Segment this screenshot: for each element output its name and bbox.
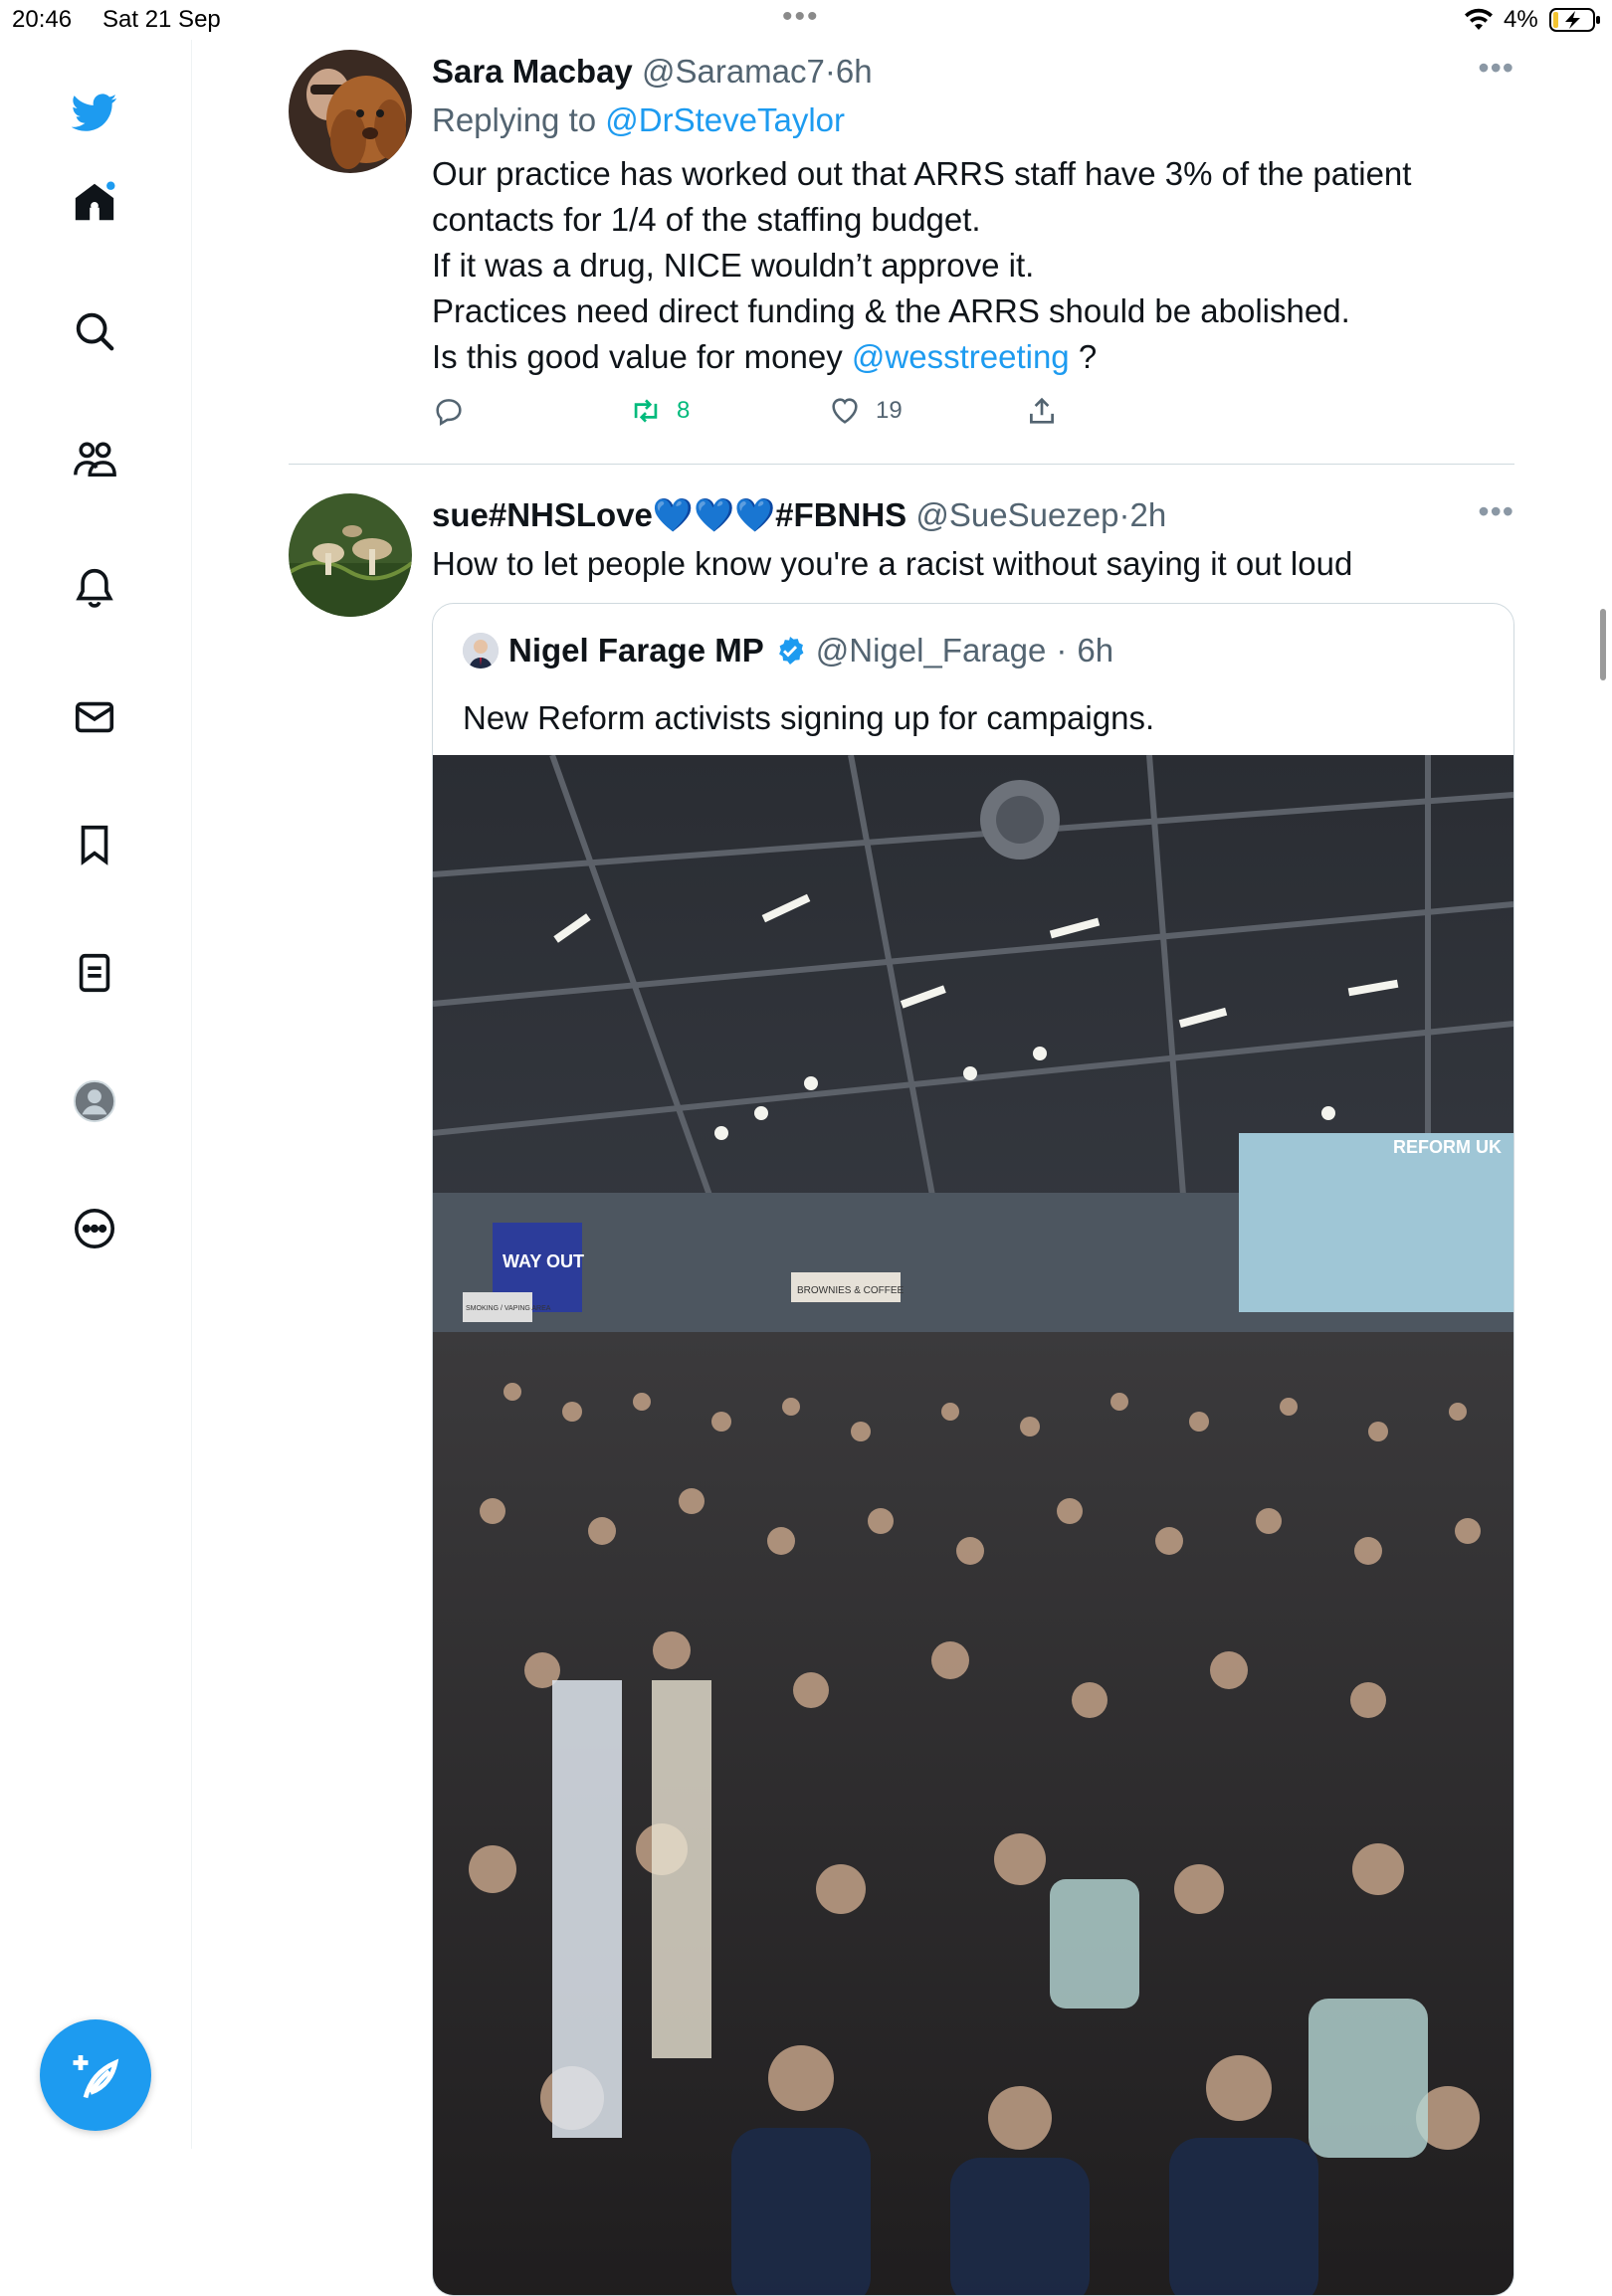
tweet[interactable]: Sara Macbay @Saramac7·6h ••• Replying to…	[289, 50, 1514, 458]
share-icon	[1030, 397, 1054, 424]
photo-sign-way-out: WAY OUT	[503, 1251, 584, 1271]
like-button[interactable]: 19	[828, 394, 903, 428]
like-icon	[832, 398, 858, 424]
quoted-photo[interactable]: REFORM UK WAY OUT BROWNIES & COFFEE SMOK…	[433, 755, 1513, 2296]
quoted-tweet[interactable]: Nigel Farage MP @Nigel_Farage · 6h New Ref…	[432, 603, 1514, 2296]
replying-to: Replying to @DrSteveTaylor	[432, 97, 1514, 143]
share-button[interactable]	[1025, 394, 1059, 428]
display-name[interactable]: Sara Macbay	[432, 53, 633, 90]
twitter-logo-icon[interactable]	[68, 86, 121, 139]
tweet-divider	[289, 464, 1514, 465]
reply-mention-link[interactable]: @DrSteveTaylor	[605, 101, 845, 138]
avatar[interactable]	[289, 493, 412, 617]
photo-sign-reformuk: REFORM UK	[1393, 1137, 1502, 1157]
tweet-actions: 8 19	[432, 394, 1514, 434]
replying-prefix: Replying to	[432, 101, 597, 138]
status-date: Sat 21 Sep	[102, 6, 221, 33]
quote-header: Nigel Farage MP @Nigel_Farage · 6h	[463, 632, 1113, 670]
sidebar	[0, 40, 192, 2149]
mention-link[interactable]: @wesstreeting	[852, 338, 1070, 375]
handle[interactable]: @SueSuezep	[915, 496, 1118, 533]
retweet-icon	[634, 399, 658, 423]
profile-icon[interactable]	[68, 1074, 121, 1128]
tweet-header: Sara Macbay @Saramac7·6h	[432, 50, 1514, 94]
bookmarks-icon[interactable]	[68, 818, 121, 871]
quote-timestamp[interactable]: 6h	[1077, 632, 1113, 670]
quote-text: New Reform activists signing up for camp…	[463, 699, 1155, 736]
more-options-icon[interactable]: •••	[1478, 50, 1514, 87]
reply-button[interactable]	[432, 394, 466, 428]
retweet-button[interactable]: 8	[629, 394, 690, 428]
scrollbar[interactable]	[1600, 609, 1606, 680]
communities-icon[interactable]	[68, 433, 121, 486]
battery-percent: 4%	[1504, 6, 1538, 33]
tweet-text: How to let people know you're a racist w…	[432, 545, 1353, 582]
compose-tweet-button[interactable]	[40, 2019, 151, 2131]
search-icon[interactable]	[68, 304, 121, 358]
more-options-icon[interactable]: •••	[1478, 493, 1514, 530]
separator: ·	[824, 53, 836, 90]
quote-display-name[interactable]: Nigel Farage MP	[508, 632, 764, 670]
more-icon[interactable]	[68, 1202, 121, 1255]
multitasking-dots[interactable]: •••	[782, 0, 820, 34]
separator: ·	[1118, 496, 1130, 533]
messages-icon[interactable]	[68, 690, 121, 744]
quote-handle[interactable]: @Nigel_Farage	[816, 632, 1047, 670]
timestamp[interactable]: 6h	[836, 53, 873, 90]
status-bar: 20:46 Sat 21 Sep ••• 4%	[0, 0, 1612, 40]
display-name[interactable]: sue#NHSLove💙💙💙#FBNHS	[432, 496, 907, 533]
tweet-text: Our practice has worked out that ARRS st…	[432, 151, 1514, 380]
notifications-icon[interactable]	[68, 561, 121, 615]
photo-sign-smoking: SMOKING / VAPING AREA	[466, 1305, 551, 1312]
lists-icon[interactable]	[68, 946, 121, 1000]
retweet-count: 8	[677, 397, 691, 424]
tweet-text-end: ?	[1069, 338, 1098, 375]
tweet[interactable]: sue#NHSLove💙💙💙#FBNHS @SueSuezep·2h ••• H…	[289, 493, 1514, 2296]
separator: ·	[1056, 632, 1068, 669]
home-icon[interactable]	[68, 175, 121, 229]
compose-tweet-icon	[73, 2055, 119, 2099]
reply-icon	[436, 399, 462, 427]
battery-charging-icon	[1549, 8, 1600, 32]
like-count: 19	[876, 397, 903, 424]
quote-avatar[interactable]	[463, 633, 499, 669]
avatar[interactable]	[289, 50, 412, 173]
wifi-icon	[1465, 8, 1493, 30]
status-time: 20:46	[12, 6, 73, 33]
verified-badge-icon	[778, 637, 804, 665]
handle[interactable]: @Saramac7	[642, 53, 825, 90]
tweet-header: sue#NHSLove💙💙💙#FBNHS @SueSuezep·2h	[432, 493, 1514, 537]
timestamp[interactable]: 2h	[1130, 496, 1167, 533]
photo-sign-brownies: BROWNIES & COFFEE	[797, 1285, 905, 1296]
